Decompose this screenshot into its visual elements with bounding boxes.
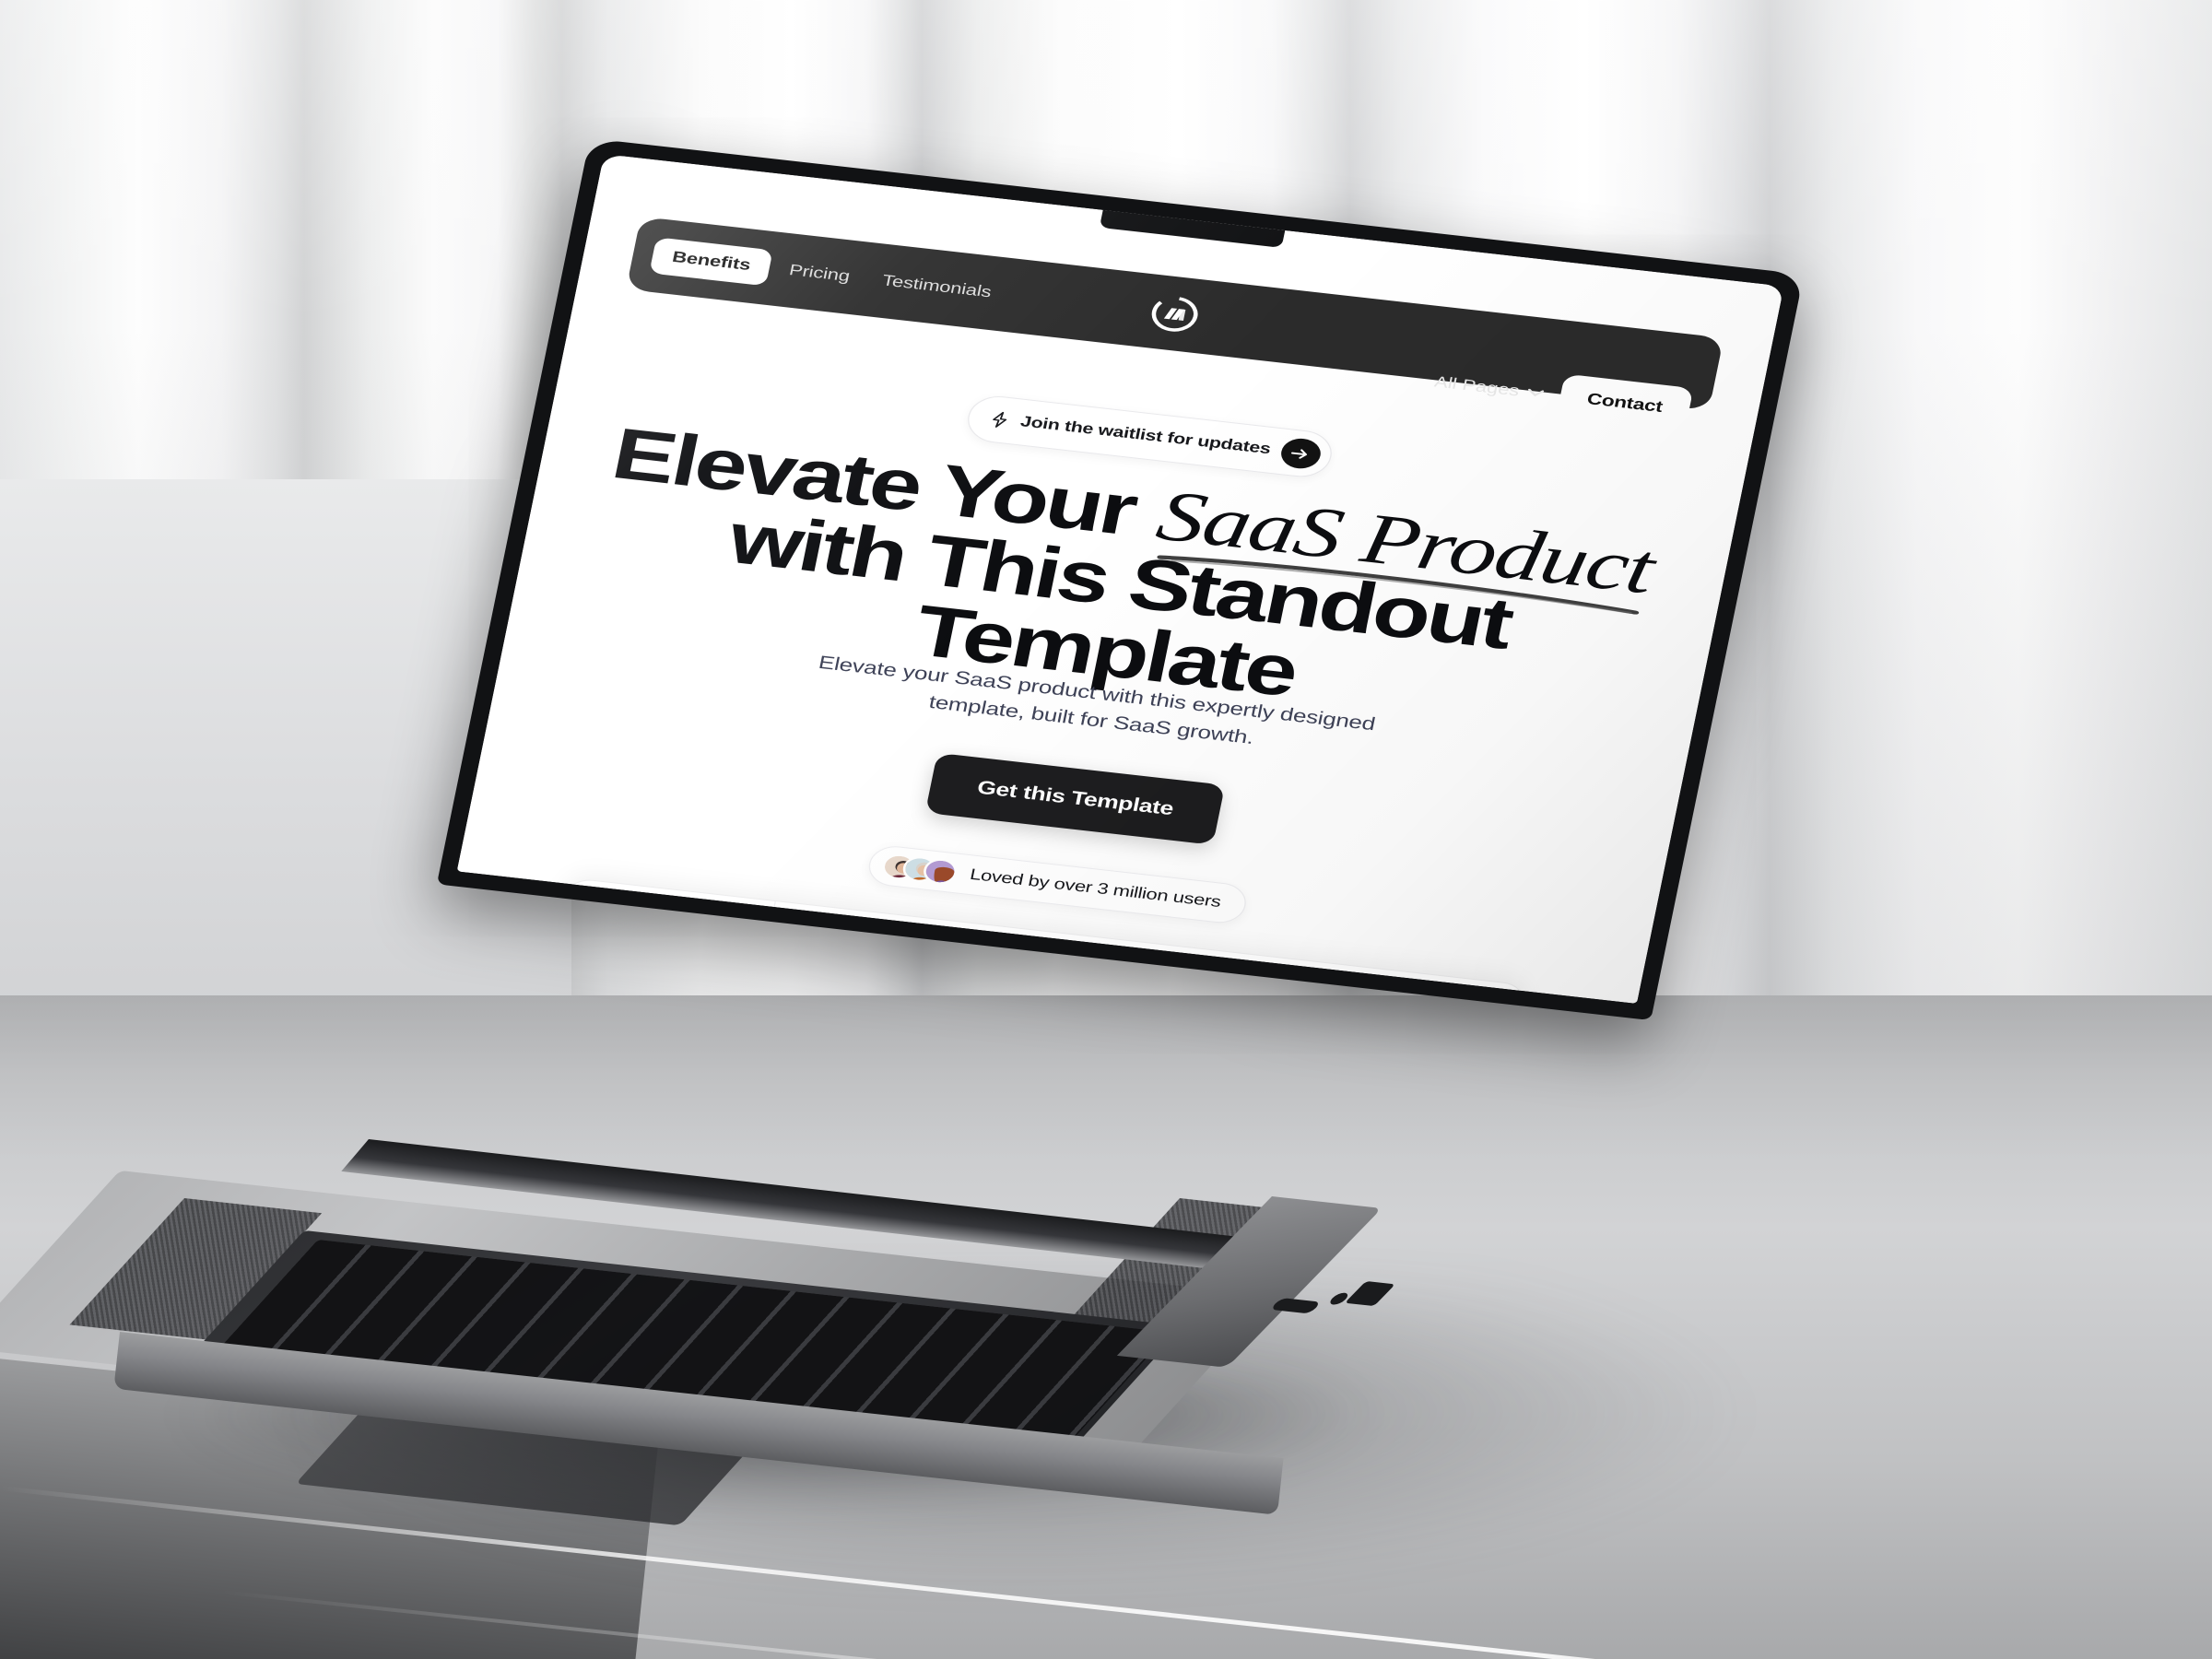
nav-all-pages-dropdown[interactable]: All Pages [1433, 373, 1546, 403]
lightning-bolt-icon [993, 411, 1007, 428]
laptop-lid: Benefits Pricing Testimonials All Pages … [436, 138, 1805, 1021]
nav-left-group: Benefits Pricing Testimonials [649, 237, 1008, 312]
waitlist-label: Join the waitlist for updates [1018, 413, 1273, 458]
social-proof-badge: Loved by over 3 million users [865, 843, 1251, 926]
nav-item-testimonials[interactable]: Testimonials [865, 264, 1007, 311]
get-template-button[interactable]: Get this Template [924, 752, 1226, 845]
social-proof-label: Loved by over 3 million users [968, 865, 1223, 912]
port-hdmi [1344, 1281, 1395, 1307]
nav-all-pages-label: All Pages [1432, 372, 1522, 400]
laptop-mockup: Benefits Pricing Testimonials All Pages … [0, 0, 2212, 1659]
nav-item-benefits[interactable]: Benefits [649, 237, 774, 287]
avatar-stack [879, 852, 959, 886]
genius-circle-logo-icon[interactable] [1147, 292, 1203, 335]
contact-button[interactable]: Contact [1556, 373, 1694, 433]
website-viewport: Benefits Pricing Testimonials All Pages … [456, 154, 1784, 1005]
nav-right-group: All Pages Contact [1430, 359, 1694, 433]
chevron-down-icon [1528, 388, 1545, 397]
nav-item-pricing[interactable]: Pricing [772, 253, 866, 295]
screen-bezel: Benefits Pricing Testimonials All Pages … [456, 154, 1784, 1005]
arrow-right-icon[interactable] [1277, 436, 1324, 471]
